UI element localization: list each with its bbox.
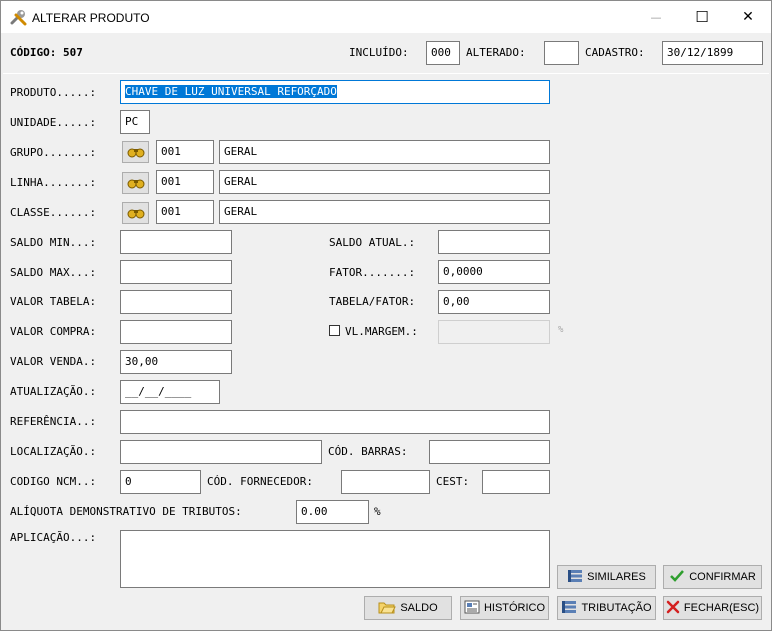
tributacao-button[interactable]: TRIBUTAÇÃO <box>557 596 656 620</box>
minimize-button[interactable]: — <box>633 1 679 33</box>
saldo-max-label: SALDO MAX...: <box>10 266 97 279</box>
valor-venda-label: VALOR VENDA.: <box>10 355 97 368</box>
atualizacao-label: ATUALIZAÇÃO.: <box>10 385 97 398</box>
close-x-icon <box>666 600 680 617</box>
grupo-lookup-button[interactable] <box>122 141 149 163</box>
close-button[interactable]: ✕ <box>725 1 771 33</box>
cadastro-field[interactable]: 30/12/1899 <box>662 41 763 65</box>
list-icon <box>567 569 583 586</box>
cest-label: CEST: <box>436 475 470 488</box>
codigo-label: CÓDIGO: 507 <box>10 46 83 59</box>
saldo-atual-input[interactable] <box>438 230 550 254</box>
check-icon <box>669 569 685 586</box>
saldo-max-input[interactable] <box>120 260 232 284</box>
saldo-label: SALDO <box>400 602 438 614</box>
valor-tabela-label: VALOR TABELA: <box>10 295 97 308</box>
cest-input[interactable] <box>482 470 550 494</box>
vl-margem-label: VL.MARGEM.: <box>345 325 418 338</box>
classe-name-input[interactable]: GERAL <box>219 200 550 224</box>
aplicacao-label: APLICAÇÃO...: <box>10 531 97 544</box>
tributacao-label: TRIBUTAÇÃO <box>581 602 652 614</box>
cod-fornecedor-input[interactable] <box>341 470 430 494</box>
similares-button[interactable]: SIMILARES <box>557 565 656 589</box>
dialog-window: ALTERAR PRODUTO — ☐ ✕ CÓDIGO: 507 INCLUÍ… <box>0 0 772 631</box>
localizacao-label: LOCALIZAÇÃO.: <box>10 445 97 458</box>
saldo-atual-label: SALDO ATUAL.: <box>329 236 416 249</box>
codigo-ncm-label: CODIGO NCM..: <box>10 475 97 488</box>
cod-fornecedor-label: CÓD. FORNECEDOR: <box>207 475 313 488</box>
saldo-min-label: SALDO MIN...: <box>10 236 97 249</box>
fechar-button[interactable]: FECHAR(ESC) <box>663 596 762 620</box>
grupo-label: GRUPO.......: <box>10 146 97 159</box>
linha-code-input[interactable]: 001 <box>156 170 214 194</box>
cod-barras-label: CÓD. BARRAS: <box>328 445 408 458</box>
incluido-label: INCLUÍDO: <box>349 46 409 59</box>
produto-selected-text: CHAVE DE LUZ UNIVERSAL REFORÇADO <box>125 85 337 98</box>
alterado-field[interactable] <box>544 41 579 65</box>
linha-label: LINHA.......: <box>10 176 97 189</box>
localizacao-input[interactable] <box>120 440 322 464</box>
aliquota-percent: % <box>374 505 381 518</box>
tabela-fator-label: TABELA/FATOR: <box>329 295 416 308</box>
aplicacao-textarea[interactable] <box>120 530 550 588</box>
referencia-input[interactable] <box>120 410 550 434</box>
produto-label: PRODUTO.....: <box>10 86 97 99</box>
atualizacao-input[interactable]: __/__/____ <box>120 380 220 404</box>
wrench-icon <box>10 9 28 30</box>
aliquota-label: ALÍQUOTA DEMONSTRATIVO DE TRIBUTOS: <box>10 505 242 518</box>
cadastro-label: CADASTRO: <box>585 46 645 59</box>
historico-button[interactable]: HISTÓRICO <box>460 596 549 620</box>
binoculars-icon <box>127 174 145 193</box>
grupo-code-input[interactable]: 001 <box>156 140 214 164</box>
unidade-label: UNIDADE.....: <box>10 116 97 129</box>
binoculars-icon <box>127 143 145 162</box>
tabela-fator-input[interactable]: 0,00 <box>438 290 550 314</box>
valor-tabela-input[interactable] <box>120 290 232 314</box>
linha-name-input[interactable]: GERAL <box>219 170 550 194</box>
valor-compra-input[interactable] <box>120 320 232 344</box>
classe-label: CLASSE......: <box>10 206 97 219</box>
valor-venda-input[interactable]: 30,00 <box>120 350 232 374</box>
body-separator <box>3 73 769 74</box>
vl-margem-input[interactable] <box>438 320 550 344</box>
history-icon <box>464 600 480 617</box>
folder-icon <box>378 600 397 617</box>
fator-input[interactable]: 0,0000 <box>438 260 550 284</box>
codigo-ncm-input[interactable]: 0 <box>120 470 201 494</box>
window-title: ALTERAR PRODUTO <box>32 11 150 25</box>
alterado-label: ALTERADO: <box>466 46 526 59</box>
confirmar-button[interactable]: CONFIRMAR <box>663 565 762 589</box>
title-bar[interactable]: ALTERAR PRODUTO — ☐ ✕ <box>1 1 771 33</box>
cod-barras-input[interactable] <box>429 440 550 464</box>
aliquota-input[interactable]: 0.00 <box>296 500 369 524</box>
fator-label: FATOR.......: <box>329 266 416 279</box>
linha-lookup-button[interactable] <box>122 172 149 194</box>
maximize-button[interactable]: ☐ <box>679 1 725 33</box>
grupo-name-input[interactable]: GERAL <box>219 140 550 164</box>
produto-input[interactable]: CHAVE DE LUZ UNIVERSAL REFORÇADO <box>120 80 550 104</box>
incluido-field[interactable]: 000 <box>426 41 460 65</box>
referencia-label: REFERÊNCIA..: <box>10 415 97 428</box>
similares-label: SIMILARES <box>587 571 646 583</box>
vl-margem-percent: % <box>558 325 564 335</box>
classe-lookup-button[interactable] <box>122 202 149 224</box>
unidade-input[interactable]: PC <box>120 110 150 134</box>
fechar-label: FECHAR(ESC) <box>683 602 760 614</box>
confirmar-label: CONFIRMAR <box>689 571 756 583</box>
valor-compra-label: VALOR COMPRA: <box>10 325 97 338</box>
list-icon <box>561 600 577 617</box>
saldo-min-input[interactable] <box>120 230 232 254</box>
binoculars-icon <box>127 204 145 223</box>
saldo-button[interactable]: SALDO <box>364 596 452 620</box>
classe-code-input[interactable]: 001 <box>156 200 214 224</box>
vl-margem-checkbox[interactable] <box>329 325 340 336</box>
historico-label: HISTÓRICO <box>483 602 546 614</box>
